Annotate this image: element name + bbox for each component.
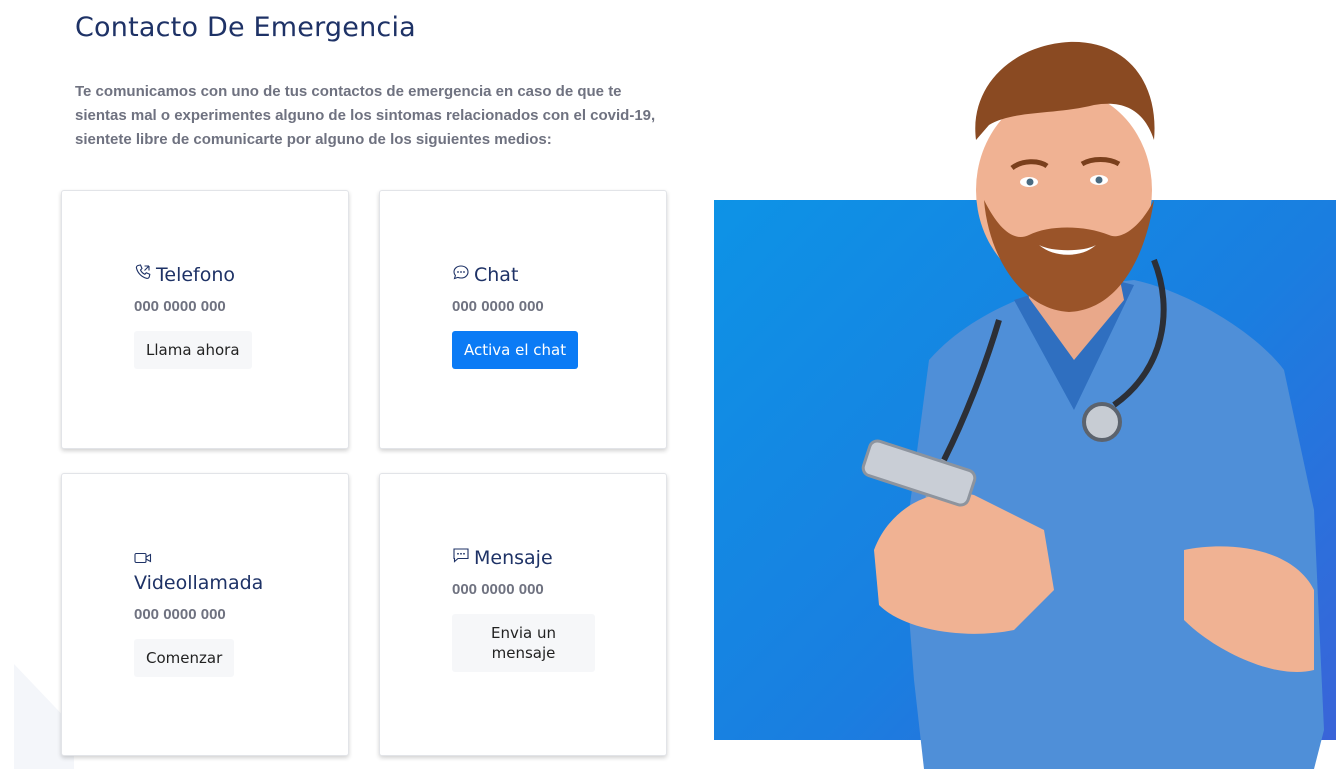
send-message-button[interactable]: Envia un mensaje (452, 614, 595, 672)
phone-number: 000 0000 000 (452, 298, 544, 315)
activate-chat-button[interactable]: Activa el chat (452, 331, 579, 369)
intro-text: Te comunicamos con uno de tus contactos … (75, 83, 656, 148)
card-title-label: Chat (474, 263, 519, 286)
card-title-telefono: Telefono (134, 263, 252, 286)
card-title-chat: Chat (452, 263, 578, 286)
phone-number: 000 0000 000 (452, 581, 544, 598)
chat-bubble-icon (452, 263, 470, 286)
page-title: Contacto De Emergencia (75, 12, 416, 43)
video-camera-icon (134, 550, 152, 569)
card-title-videollamada: Videollamada (134, 572, 264, 594)
card-title-label: Telefono (156, 263, 236, 286)
contact-card-videollamada: Videollamada 000 0000 000 Comenzar (61, 473, 349, 756)
start-videocall-button[interactable]: Comenzar (134, 639, 235, 677)
phone-number: 000 0000 000 (134, 298, 226, 315)
contact-card-telefono: Telefono 000 0000 000 Llama ahora (61, 190, 349, 449)
card-title-mensaje: Mensaje (452, 546, 595, 569)
doctor-illustration (861, 41, 1324, 769)
call-now-button[interactable]: Llama ahora (134, 331, 252, 369)
phone-number: 000 0000 000 (134, 606, 226, 623)
card-title-label: Mensaje (474, 546, 553, 569)
contact-card-mensaje: Mensaje 000 0000 000 Envia un mensaje (379, 473, 667, 756)
phone-icon (134, 263, 152, 286)
message-icon (452, 546, 470, 569)
contact-card-chat: Chat 000 0000 000 Activa el chat (379, 190, 667, 449)
